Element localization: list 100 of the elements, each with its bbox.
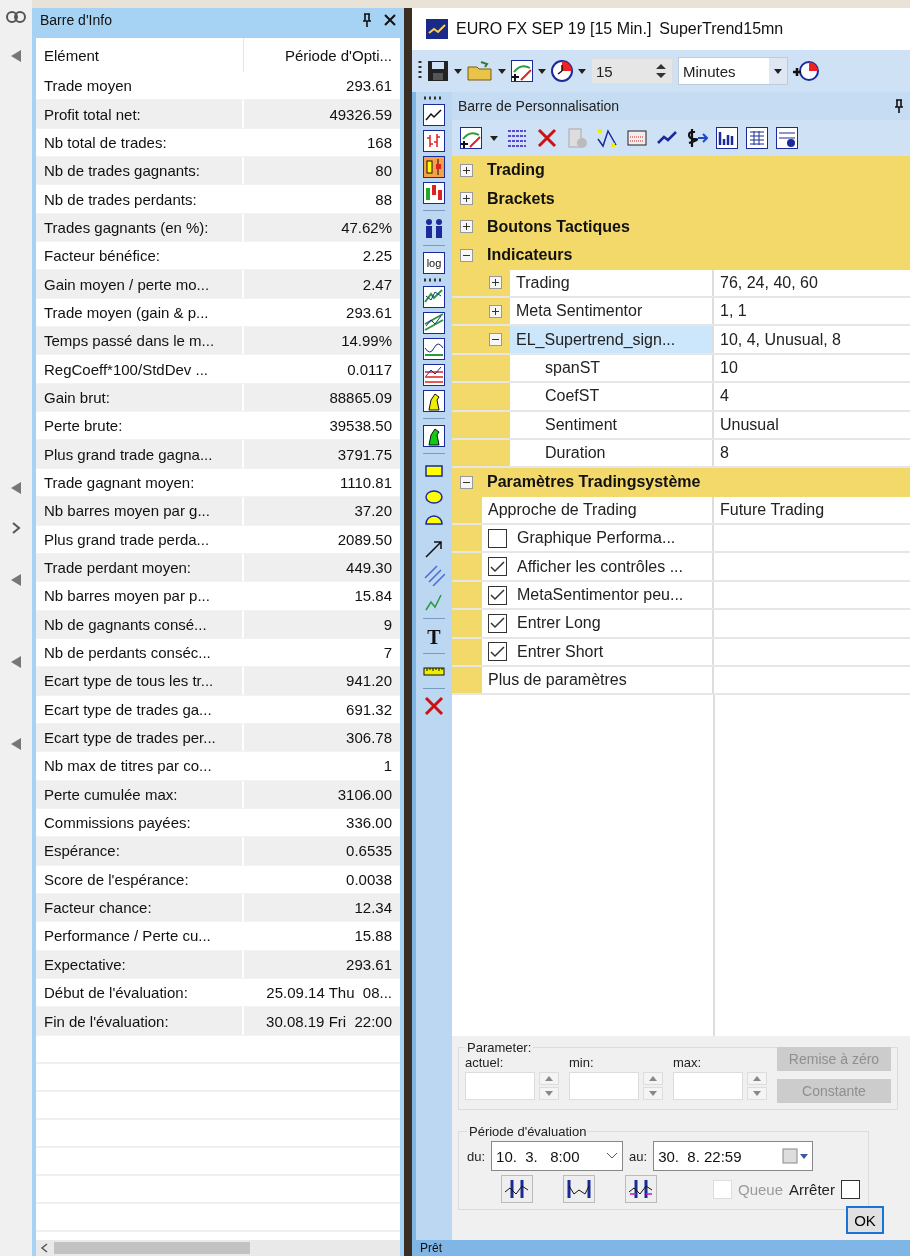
- category-row[interactable]: Brackets: [452, 184, 910, 213]
- trend-channel-icon[interactable]: [423, 312, 445, 334]
- list-icon[interactable]: [506, 127, 528, 149]
- caret-icon[interactable]: [498, 68, 506, 74]
- date-field[interactable]: 10. 3. 8:00: [491, 1141, 624, 1171]
- caret-icon[interactable]: [578, 68, 586, 74]
- down-arrow-icon[interactable]: [649, 1091, 657, 1096]
- column-header[interactable]: Période d'Opti...: [244, 38, 400, 72]
- price-levels-icon[interactable]: [423, 364, 445, 386]
- spin-up-button[interactable]: [643, 1072, 663, 1085]
- checkbox[interactable]: [488, 585, 507, 605]
- calendar-icon[interactable]: [782, 1148, 809, 1164]
- link-icon[interactable]: [6, 10, 26, 24]
- property-label-cell[interactable]: EL_Supertrend_sign...: [510, 326, 714, 353]
- checkbox[interactable]: [488, 613, 507, 633]
- ok-button[interactable]: OK: [846, 1206, 884, 1234]
- checkbox[interactable]: [488, 528, 507, 548]
- category-row[interactable]: Indicateurs: [452, 241, 910, 270]
- line-chart-icon[interactable]: [423, 104, 445, 126]
- property-row[interactable]: Meta Sentimentor 1, 1: [452, 297, 910, 327]
- clock-icon[interactable]: [551, 60, 573, 82]
- spin-down-button[interactable]: [747, 1087, 767, 1100]
- collapse-arrow-icon[interactable]: [11, 482, 21, 494]
- caret-icon[interactable]: [454, 68, 462, 74]
- arrow-icon[interactable]: [423, 538, 445, 560]
- property-row[interactable]: Entrer Short: [452, 638, 910, 668]
- chart-add-icon[interactable]: [460, 127, 482, 149]
- property-row[interactable]: Duration 8: [452, 439, 910, 469]
- table-icon[interactable]: [746, 127, 768, 149]
- period-full-button[interactable]: [563, 1175, 595, 1203]
- log-scale-icon[interactable]: log: [423, 252, 445, 274]
- category-row[interactable]: Paramètres Tradingsystème: [452, 468, 910, 497]
- pin-icon[interactable]: [362, 13, 372, 27]
- collapse-arrow-icon[interactable]: [11, 50, 21, 62]
- spin-down-button[interactable]: [643, 1087, 663, 1100]
- signal-chart-icon[interactable]: [596, 127, 618, 149]
- category-row[interactable]: Boutons Tactiques: [452, 212, 910, 242]
- up-arrow-icon[interactable]: [545, 1076, 553, 1081]
- down-arrow-icon[interactable]: [545, 1091, 553, 1096]
- checkbox[interactable]: [488, 557, 507, 577]
- caret-icon[interactable]: [774, 68, 782, 74]
- property-row[interactable]: CoefST 4: [452, 383, 910, 412]
- property-row[interactable]: Afficher les contrôles ...: [452, 553, 910, 582]
- category-row[interactable]: Trading: [452, 156, 910, 185]
- chevron-down-icon[interactable]: [606, 1152, 619, 1160]
- bar-chart-icon[interactable]: [423, 130, 445, 152]
- chart-add-icon[interactable]: [511, 60, 533, 82]
- input-field[interactable]: [569, 1072, 639, 1100]
- clock-add-icon[interactable]: [793, 60, 819, 82]
- expand-icon[interactable]: [489, 304, 502, 318]
- input-field[interactable]: [673, 1072, 743, 1100]
- property-row[interactable]: Trading 76, 24, 40, 60: [452, 269, 910, 298]
- collapse-arrow-icon[interactable]: [11, 574, 21, 586]
- delete-icon[interactable]: [423, 695, 445, 717]
- period-start-button[interactable]: [501, 1175, 533, 1203]
- input-field[interactable]: [465, 1072, 535, 1100]
- text-tool-icon[interactable]: T: [423, 625, 445, 647]
- horse-icon[interactable]: [423, 390, 445, 412]
- histogram-icon[interactable]: [716, 127, 738, 149]
- property-row[interactable]: Plus de paramètres: [452, 667, 910, 696]
- folder-icon[interactable]: [467, 60, 493, 82]
- date-field[interactable]: 30. 8. 22:59: [653, 1141, 814, 1171]
- info-table-icon[interactable]: [776, 127, 798, 149]
- dollar-arrow-icon[interactable]: [686, 127, 708, 149]
- caret-icon[interactable]: [538, 68, 546, 74]
- horizontal-scrollbar[interactable]: [36, 1240, 400, 1256]
- property-row[interactable]: Approche de Trading Future Trading: [452, 496, 910, 526]
- interval-spin-field[interactable]: 15: [591, 58, 673, 84]
- expand-icon[interactable]: [460, 192, 473, 206]
- horse-chart-icon[interactable]: [423, 425, 445, 447]
- collapse-icon[interactable]: [460, 476, 473, 489]
- caret-icon[interactable]: [490, 135, 498, 141]
- expand-icon[interactable]: [489, 276, 502, 290]
- up-arrow-icon[interactable]: [649, 1076, 657, 1081]
- spin-down-button[interactable]: [539, 1087, 559, 1100]
- save-icon[interactable]: [427, 60, 449, 82]
- collapse-icon[interactable]: [489, 333, 502, 347]
- candlestick-icon[interactable]: [423, 156, 445, 178]
- unit-dropdown[interactable]: Minutes: [678, 57, 788, 85]
- stop-checkbox[interactable]: [840, 1179, 860, 1199]
- expand-icon[interactable]: [460, 163, 473, 177]
- collapse-icon[interactable]: [460, 248, 473, 262]
- figures-icon[interactable]: [423, 217, 445, 239]
- collapse-arrow-icon[interactable]: [11, 738, 21, 750]
- pin-icon[interactable]: [894, 99, 904, 113]
- spin-up-button[interactable]: [539, 1072, 559, 1085]
- delete-icon[interactable]: [536, 127, 558, 149]
- colored-candles-icon[interactable]: [423, 182, 445, 204]
- property-row[interactable]: spanST 10: [452, 354, 910, 384]
- property-row[interactable]: Entrer Long: [452, 610, 910, 639]
- spin-up-button[interactable]: [747, 1072, 767, 1085]
- period-shift-button[interactable]: [625, 1175, 657, 1203]
- down-arrow-icon[interactable]: [753, 1091, 761, 1096]
- collapse-arrow-icon[interactable]: [11, 656, 21, 668]
- close-icon[interactable]: [384, 14, 396, 26]
- property-row[interactable]: Sentiment Unusual: [452, 411, 910, 440]
- property-row[interactable]: MetaSentimentor peu...: [452, 581, 910, 611]
- checkbox[interactable]: [488, 642, 507, 662]
- property-row[interactable]: EL_Supertrend_sign... 10, 4, Unusual, 8: [452, 326, 910, 355]
- keyboard-icon[interactable]: [626, 127, 648, 149]
